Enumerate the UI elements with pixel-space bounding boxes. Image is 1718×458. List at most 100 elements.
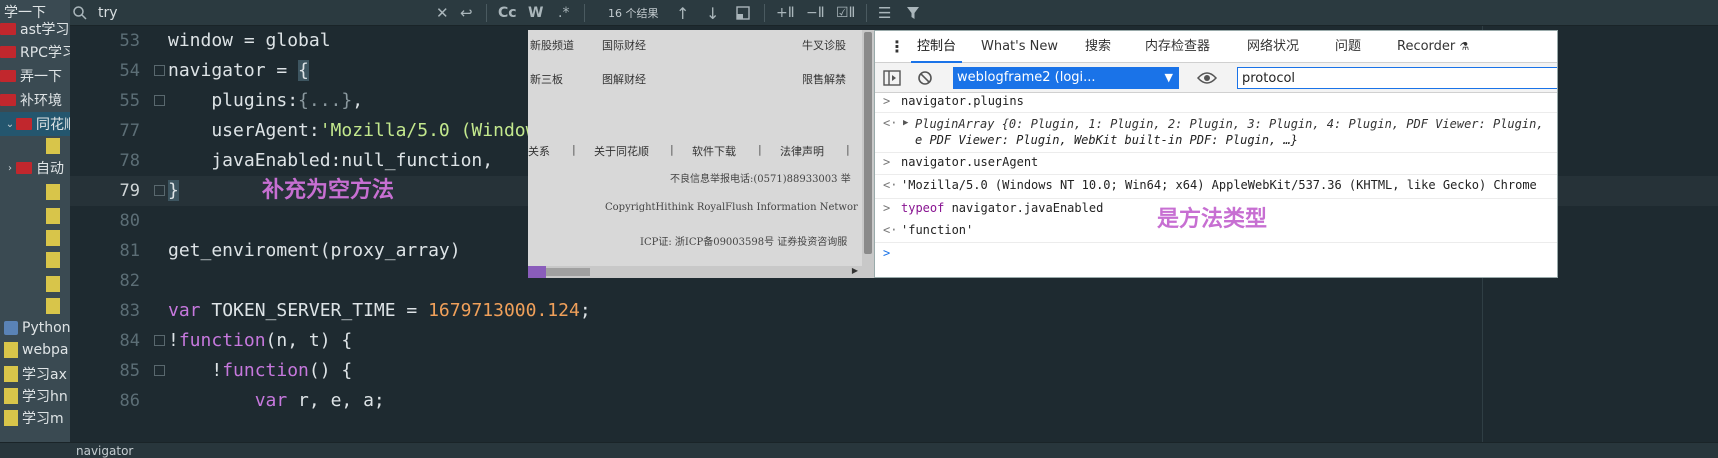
footer-link-contact[interactable]: 关系 — [528, 143, 550, 159]
fold-icon[interactable] — [154, 65, 165, 76]
plugin-array-prefix: PluginArray — [915, 117, 1002, 131]
horizontal-scrollbar-thumb[interactable] — [546, 268, 590, 276]
code-text: plugins:{...}, — [168, 86, 363, 116]
chevron-icon[interactable]: › — [4, 163, 16, 174]
code-line[interactable]: 83 var TOKEN_SERVER_TIME = 1679713000.124… — [70, 296, 1718, 326]
link-restricted-shares[interactable]: 限售解禁 — [802, 71, 846, 87]
code-token: ! — [168, 360, 223, 381]
sidebar-item[interactable]: Python — [0, 316, 70, 340]
sidebar-item[interactable]: RPC学习 — [0, 40, 70, 64]
code-token: { — [298, 60, 309, 81]
match-case-icon[interactable]: Cc — [498, 0, 517, 26]
sidebar-item[interactable]: ⌄ 同花顺 — [0, 112, 70, 136]
web-page-panel: 新股频道 国际财经 牛叉诊股 新三板 图解财经 限售解禁 关系 | 关于同花顺 … — [528, 30, 874, 278]
js-file-icon — [4, 366, 18, 382]
next-match-icon[interactable]: ↓ — [706, 0, 719, 26]
link-stock-diagnosis[interactable]: 牛叉诊股 — [802, 37, 846, 53]
scroll-right-icon[interactable]: ▶ — [852, 266, 858, 275]
sidebar-item[interactable]: webpa — [0, 338, 70, 362]
footer-link-legal[interactable]: 法律声明 — [780, 143, 824, 159]
js-file-icon — [46, 252, 60, 268]
vertical-scrollbar[interactable] — [862, 30, 874, 266]
select-all-occurrences-icon[interactable]: ☑Ⅱ — [836, 0, 855, 26]
link-chart-finance[interactable]: 图解财经 — [602, 71, 646, 87]
folder-icon — [0, 94, 16, 106]
sidebar-item[interactable] — [0, 180, 70, 204]
expand-triangle-icon[interactable]: ▶ — [903, 118, 908, 128]
sidebar-item[interactable]: 弄一下 — [0, 64, 70, 88]
console-prompt-row[interactable]: > — [875, 243, 1557, 267]
sidebar-item[interactable] — [0, 226, 70, 250]
footer-link-download[interactable]: 软件下载 — [692, 143, 736, 159]
vertical-scrollbar-thumb[interactable] — [864, 32, 872, 254]
tab-recorder[interactable]: Recorder ⚗ — [1397, 31, 1469, 63]
python-file-icon — [4, 321, 18, 335]
eye-icon[interactable] — [1196, 70, 1218, 89]
folder-icon — [0, 70, 16, 82]
link-intl-finance[interactable]: 国际财经 — [602, 37, 646, 53]
find-input[interactable]: try — [98, 0, 118, 26]
horizontal-scrollbar[interactable]: ▶ — [528, 266, 874, 278]
tab-issues[interactable]: 问题 — [1335, 31, 1361, 63]
context-select[interactable]: weblogframe2 (logi... ▼ — [953, 67, 1179, 89]
devtools-annotation: 是方法类型 — [1157, 207, 1268, 232]
clear-console-icon[interactable] — [917, 70, 933, 90]
js-file-icon — [46, 298, 60, 314]
sidebar-item-label: 弄一下 — [20, 69, 62, 85]
add-occurrence-icon[interactable]: +Ⅱ — [776, 0, 795, 26]
sidebar-item[interactable] — [0, 294, 70, 318]
code-text: userAgent:'Mozilla/5.0 (Windows — [168, 116, 547, 146]
chevron-icon[interactable]: ⌄ — [4, 119, 16, 130]
sidebar-item[interactable] — [0, 134, 70, 158]
filter-icon[interactable] — [906, 0, 920, 26]
sidebar-item[interactable] — [0, 204, 70, 228]
sidebar-item[interactable]: 学习m — [0, 406, 70, 430]
link-new-third-board[interactable]: 新三板 — [530, 71, 563, 87]
fold-icon[interactable] — [154, 335, 165, 346]
regex-icon[interactable]: .* — [558, 0, 569, 26]
sidebar-item[interactable]: 补环境 — [0, 88, 70, 112]
console-filter-input[interactable] — [1237, 67, 1557, 89]
find-toolbar: try ✕ ↩ Cc W .* 16 个结果 ↑ ↓ +Ⅱ −Ⅱ ☑Ⅱ ☰ — [0, 0, 1718, 26]
remove-occurrence-icon[interactable]: −Ⅱ — [806, 0, 825, 26]
fold-icon[interactable] — [154, 365, 165, 376]
sidebar-toggle-icon[interactable] — [883, 70, 901, 90]
sidebar-item[interactable]: ast学习 — [0, 17, 70, 41]
code-line[interactable]: 84 !function(n, t) { — [70, 326, 1718, 356]
previous-match-icon[interactable]: ↑ — [676, 0, 689, 26]
list-icon[interactable]: ☰ — [878, 0, 891, 26]
tab-search[interactable]: 搜索 — [1085, 31, 1111, 63]
tab-memory-inspector[interactable]: 内存检查器 — [1145, 31, 1210, 63]
js-file-icon — [46, 208, 60, 224]
sidebar-item[interactable]: › 自动 — [0, 156, 70, 180]
code-token: function — [222, 360, 309, 381]
whole-word-icon[interactable]: W — [528, 0, 543, 26]
footer-link-about[interactable]: 关于同花顺 — [594, 143, 649, 159]
tab-network-conditions[interactable]: 网络状况 — [1247, 31, 1299, 63]
code-text: var r, e, a; — [168, 386, 385, 416]
fold-icon[interactable] — [154, 95, 165, 106]
tab-whats-new[interactable]: What's New — [981, 31, 1058, 63]
line-number: 83 — [119, 301, 140, 321]
more-tools-icon[interactable]: ⋮ — [889, 31, 905, 63]
sidebar-item[interactable]: 学习ax — [0, 362, 70, 386]
js-file-icon — [4, 410, 18, 426]
devtools-panel: ⋮ 控制台 What's New 搜索 内存检查器 网络状况 问题 Record… — [874, 30, 1558, 278]
sidebar-item[interactable] — [0, 248, 70, 272]
link-new-stock[interactable]: 新股频道 — [530, 37, 574, 53]
tab-console[interactable]: 控制台 — [910, 31, 963, 63]
sidebar-item[interactable]: 学习hn — [0, 384, 70, 408]
fold-icon[interactable] — [154, 185, 165, 196]
history-icon[interactable]: ↩ — [460, 0, 473, 26]
code-line[interactable]: 86 var r, e, a; — [70, 386, 1718, 416]
code-text: window = global — [168, 26, 331, 56]
input-chevron-icon: > — [883, 94, 891, 108]
sidebar-item[interactable] — [0, 272, 70, 296]
clear-icon[interactable]: ✕ — [436, 0, 449, 26]
editor-annotation: 补充为空方法 — [262, 178, 395, 203]
code-line[interactable]: 85 !function() { — [70, 356, 1718, 386]
code-token: } — [168, 180, 179, 201]
open-in-window-icon[interactable] — [736, 0, 750, 26]
code-text: var TOKEN_SERVER_TIME = 1679713000.124; — [168, 296, 591, 326]
status-bar: navigator — [0, 442, 1718, 458]
